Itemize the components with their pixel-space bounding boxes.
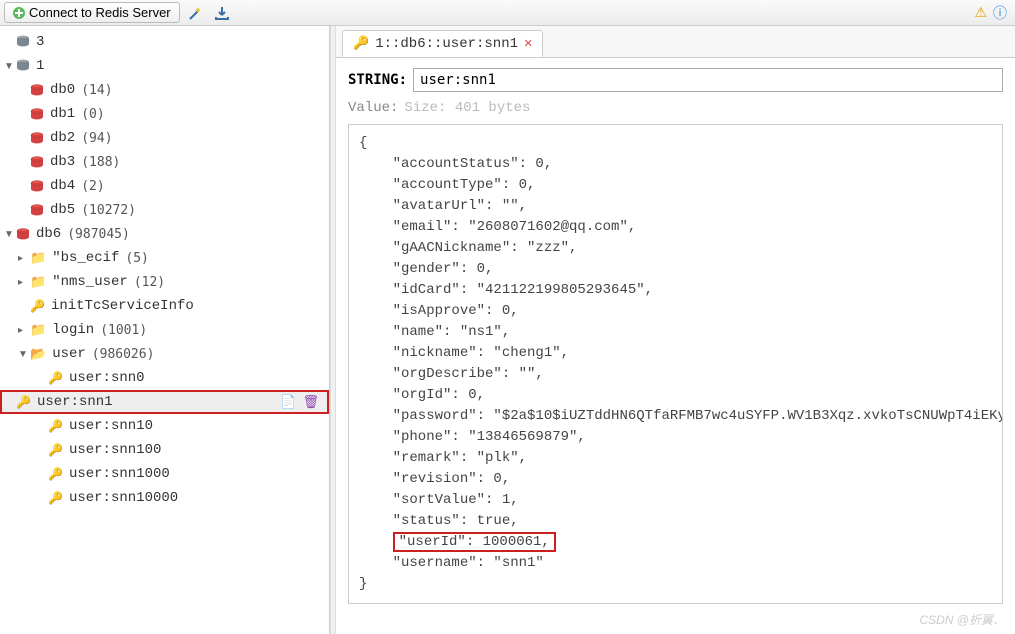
database-icon bbox=[30, 180, 44, 192]
database-icon bbox=[30, 132, 44, 144]
key-node: user:snn100 bbox=[69, 442, 161, 458]
folder-node: login bbox=[52, 322, 94, 338]
folder-node: "nms_user bbox=[52, 274, 128, 290]
warning-icon[interactable]: ⚠ bbox=[974, 4, 987, 21]
key-node: user:snn10 bbox=[69, 418, 153, 434]
db-node: db3 bbox=[50, 154, 75, 170]
connect-label: Connect to Redis Server bbox=[29, 5, 171, 20]
folder-icon: 📁 bbox=[30, 250, 46, 266]
folder-icon: 📁 bbox=[30, 274, 46, 290]
key-icon: 🔑 bbox=[48, 491, 63, 505]
info-icon[interactable]: ⓘ bbox=[993, 3, 1007, 23]
tab-title: 1::db6::user:snn1 bbox=[375, 36, 518, 52]
tree-key-node[interactable]: 🔑 user:snn0 bbox=[0, 366, 329, 390]
delete-icon[interactable]: 🗑 bbox=[302, 394, 319, 410]
key-icon: 🔑 bbox=[30, 299, 45, 313]
tab-key[interactable]: 🔑 1::db6::user:snn1 ✕ bbox=[342, 30, 543, 57]
close-icon[interactable]: ✕ bbox=[524, 35, 532, 52]
db-node: db1 bbox=[50, 106, 75, 122]
key-node: user:snn1000 bbox=[69, 466, 170, 482]
tree-key-node[interactable]: 🔑 user:snn1 📄 🗑 bbox=[0, 390, 329, 414]
database-icon bbox=[30, 156, 44, 168]
db-node: db4 bbox=[50, 178, 75, 194]
tree-key-node[interactable]: 🔑 user:snn1000 bbox=[0, 462, 329, 486]
key-icon: 🔑 bbox=[48, 419, 63, 433]
folder-icon: 📁 bbox=[30, 322, 46, 338]
key-icon: 🔑 bbox=[16, 395, 31, 409]
value-json[interactable]: { "accountStatus": 0, "accountType": 0, … bbox=[348, 124, 1003, 604]
db-node: db2 bbox=[50, 130, 75, 146]
top-toolbar: Connect to Redis Server ⚠ ⓘ bbox=[0, 0, 1015, 26]
type-label: STRING: bbox=[348, 72, 407, 88]
db-node: db6 bbox=[36, 226, 61, 242]
server-icon bbox=[16, 35, 30, 50]
key-name-input[interactable] bbox=[413, 68, 1003, 92]
watermark: CSDN @折翼、 bbox=[919, 611, 1005, 628]
tree-key-node[interactable]: 🔑 user:snn100 bbox=[0, 438, 329, 462]
server-node: 1 bbox=[36, 58, 44, 74]
copy-icon[interactable]: 📄 bbox=[280, 394, 296, 410]
key-icon: 🔑 bbox=[353, 36, 369, 51]
key-icon: 🔑 bbox=[48, 443, 63, 457]
server-icon bbox=[16, 59, 30, 74]
sidebar-tree[interactable]: 3▼1db0(14)db1(0)db2(94)db3(188)db4(2)db5… bbox=[0, 26, 330, 634]
tree-key-node[interactable]: 🔑 user:snn10000 bbox=[0, 486, 329, 510]
tab-bar: 🔑 1::db6::user:snn1 ✕ bbox=[336, 26, 1015, 58]
tree-key-node[interactable]: 🔑 user:snn10 bbox=[0, 414, 329, 438]
folder-node: user bbox=[52, 346, 86, 362]
value-label: Value: bbox=[348, 100, 398, 116]
plus-icon bbox=[13, 7, 25, 19]
content-pane: 🔑 1::db6::user:snn1 ✕ STRING: Value: Siz… bbox=[336, 26, 1015, 634]
key-icon: 🔑 bbox=[48, 371, 63, 385]
database-icon bbox=[16, 228, 30, 240]
size-hint: Size: 401 bytes bbox=[404, 100, 530, 116]
key-node: user:snn0 bbox=[69, 370, 145, 386]
db-node: db0 bbox=[50, 82, 75, 98]
connect-button[interactable]: Connect to Redis Server bbox=[4, 2, 180, 23]
database-icon bbox=[30, 204, 44, 216]
import-icon[interactable] bbox=[212, 3, 232, 23]
folder-node: "bs_ecif bbox=[52, 250, 119, 266]
key-node: user:snn1 bbox=[37, 394, 113, 410]
key-node: initTcServiceInfo bbox=[51, 298, 194, 314]
wand-icon[interactable] bbox=[186, 3, 206, 23]
server-node: 3 bbox=[36, 34, 44, 50]
db-node: db5 bbox=[50, 202, 75, 218]
database-icon bbox=[30, 108, 44, 120]
folder-open-icon: 📂 bbox=[30, 346, 46, 362]
database-icon bbox=[30, 84, 44, 96]
key-icon: 🔑 bbox=[48, 467, 63, 481]
key-node: user:snn10000 bbox=[69, 490, 178, 506]
